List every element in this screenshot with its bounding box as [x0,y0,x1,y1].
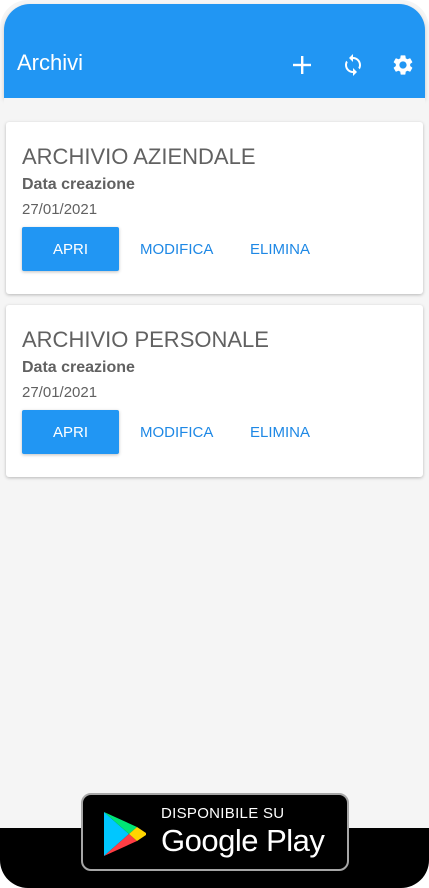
edit-button[interactable]: MODIFICA [140,410,213,454]
archive-card: ARCHIVIO PERSONALE Data creazione 27/01/… [6,305,423,477]
creation-date-label: Data creazione [22,359,135,376]
add-icon[interactable] [287,50,317,80]
sync-icon[interactable] [338,50,368,80]
settings-icon[interactable] [388,50,418,80]
delete-button[interactable]: ELIMINA [250,227,310,271]
phone-screen: Archivi ARCHIVIO AZIENDALE Data creazion… [0,0,429,888]
creation-date-label: Data creazione [22,176,135,193]
creation-date-value: 27/01/2021 [22,201,98,218]
edit-button[interactable]: MODIFICA [140,227,213,271]
badge-line1: DISPONIBILE SU [161,805,285,822]
archive-list: ARCHIVIO AZIENDALE Data creazione 27/01/… [4,98,425,832]
delete-button[interactable]: ELIMINA [250,410,310,454]
google-play-logo-icon [104,812,146,856]
creation-date-value: 27/01/2021 [22,384,98,401]
google-play-badge[interactable]: DISPONIBILE SU Google Play [81,793,349,871]
open-button[interactable]: APRI [22,227,119,271]
app-bar-title: Archivi [17,50,84,75]
badge-line2: Google Play [161,823,325,858]
archive-name: ARCHIVIO PERSONALE [22,327,269,352]
app-bar: Archivi [4,4,425,98]
open-button[interactable]: APRI [22,410,119,454]
archive-name: ARCHIVIO AZIENDALE [22,144,256,169]
archive-card: ARCHIVIO AZIENDALE Data creazione 27/01/… [6,122,423,294]
